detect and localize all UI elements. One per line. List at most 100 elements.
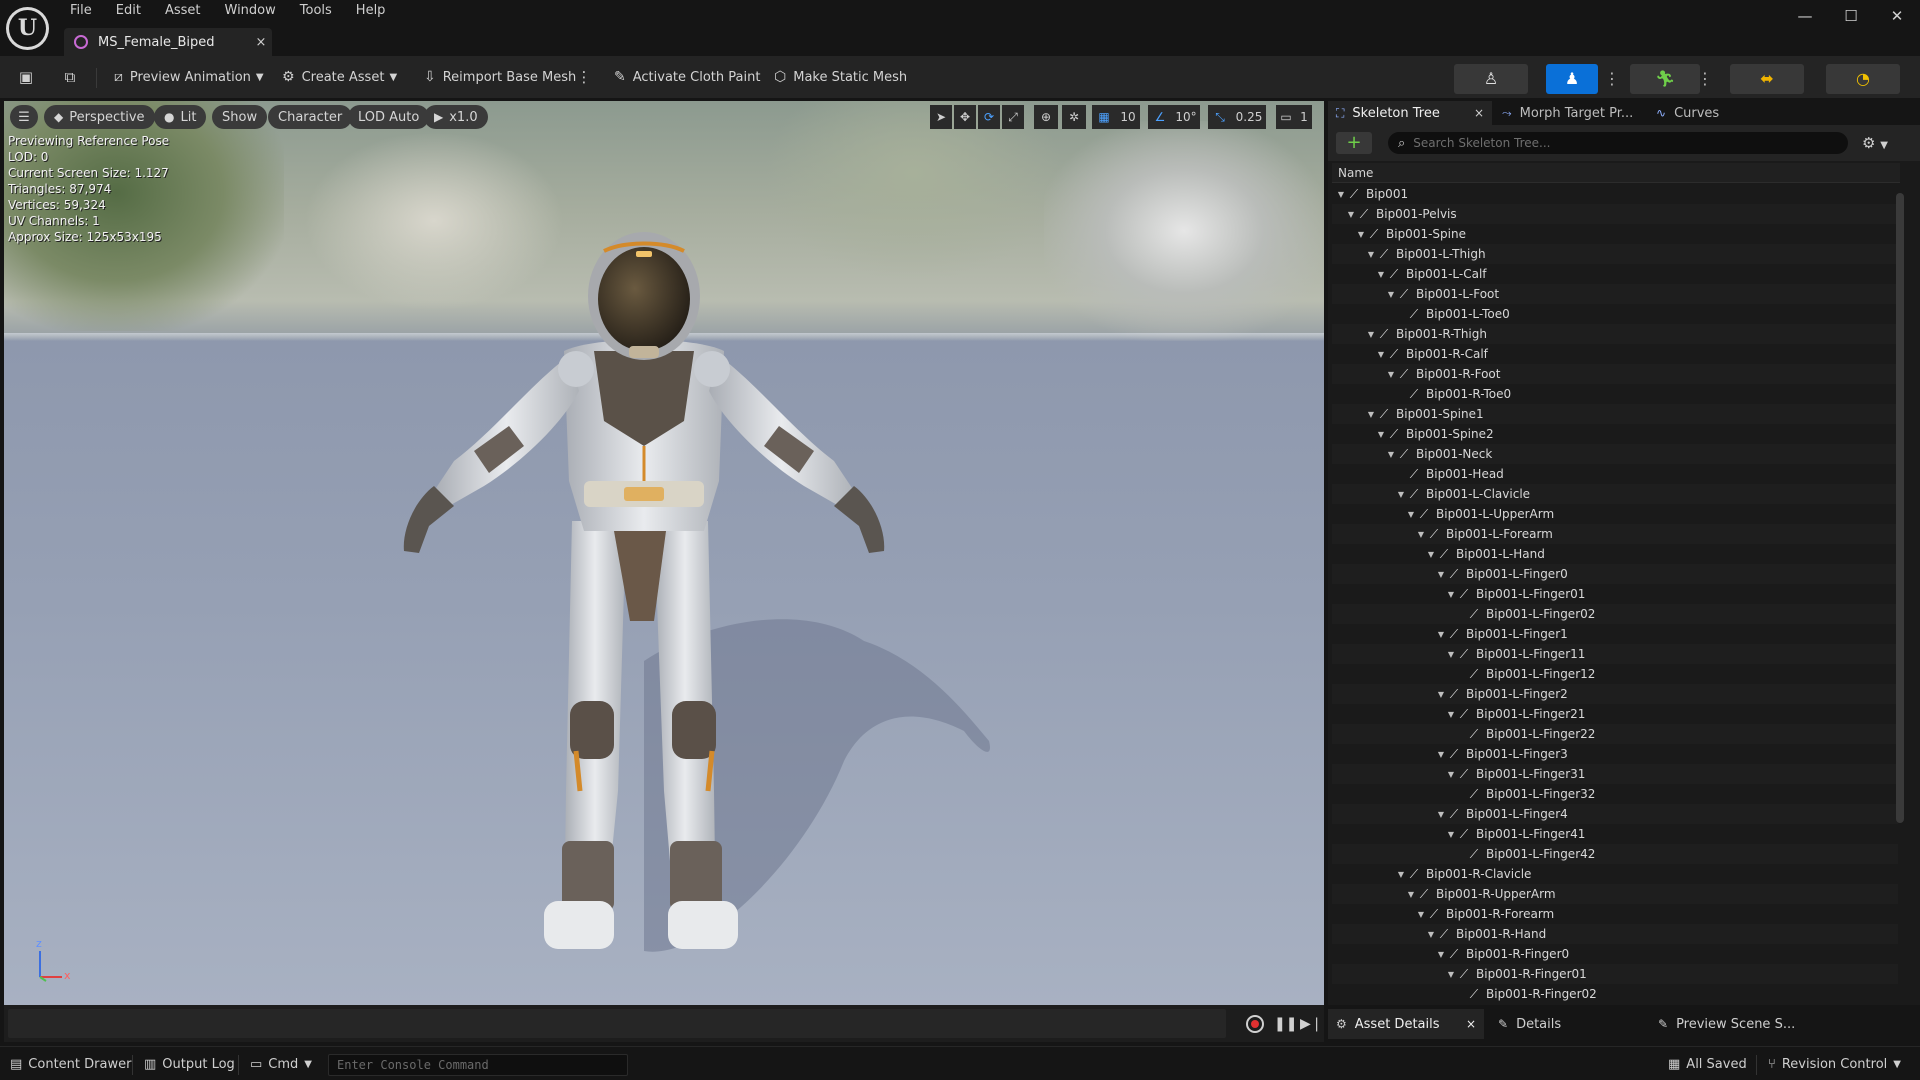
grid-snap-icon[interactable]: ▦ [1092, 105, 1116, 129]
menu-asset[interactable]: Asset [153, 0, 213, 22]
browse-asset-icon[interactable]: ⧉ [58, 66, 82, 88]
tab-preview-scene-settings[interactable]: ✎ Preview Scene S... [1650, 1009, 1810, 1039]
expand-arrow-icon[interactable]: ▼ [1346, 210, 1356, 219]
settings-button[interactable]: ⚙ ▼ [1862, 132, 1902, 154]
expand-arrow-icon[interactable]: ▼ [1386, 370, 1396, 379]
tab-asset-details[interactable]: ⚙ Asset Details × [1328, 1009, 1484, 1039]
tree-row[interactable]: ⟋ Bip001-L-Finger42 [1332, 844, 1898, 864]
tab-close-icon[interactable]: × [1466, 1009, 1476, 1039]
tree-row[interactable]: ▼ ⟋ Bip001-R-Hand [1332, 924, 1898, 944]
surface-snap-icon[interactable]: ✲ [1062, 105, 1086, 129]
tree-row[interactable]: ▼ ⟋ Bip001-L-Finger41 [1332, 824, 1898, 844]
character-button[interactable]: Character [268, 105, 353, 129]
activate-cloth-paint-button[interactable]: ✎ Activate Cloth Paint [608, 64, 766, 90]
tree-column-header[interactable]: Name [1332, 163, 1900, 183]
tab-skeleton-tree[interactable]: ⛶ Skeleton Tree × [1328, 101, 1492, 125]
menu-window[interactable]: Window [213, 0, 288, 22]
expand-arrow-icon[interactable]: ▼ [1446, 710, 1456, 719]
rotate-tool-icon[interactable]: ⟳ [978, 105, 1000, 129]
tree-row[interactable]: ▼ ⟋ Bip001-Spine2 [1332, 424, 1898, 444]
content-drawer-button[interactable]: ▤ Content Drawer [10, 1054, 131, 1074]
expand-arrow-icon[interactable]: ▼ [1386, 450, 1396, 459]
expand-arrow-icon[interactable]: ▼ [1376, 430, 1386, 439]
timeline-track[interactable] [8, 1009, 1226, 1038]
tree-row[interactable]: ▼ ⟋ Bip001-L-Finger4 [1332, 804, 1898, 824]
expand-arrow-icon[interactable]: ▼ [1446, 830, 1456, 839]
expand-arrow-icon[interactable]: ▼ [1426, 550, 1436, 559]
viewport[interactable]: ☰ ◆ Perspective ● Lit Show Character LOD… [4, 101, 1324, 1005]
expand-arrow-icon[interactable]: ▼ [1436, 810, 1446, 819]
document-tab-close-icon[interactable]: × [250, 35, 272, 50]
tree-row[interactable]: ▼ ⟋ Bip001-L-UpperArm [1332, 504, 1898, 524]
cmd-dropdown[interactable]: ▭ Cmd ▼ [250, 1054, 312, 1074]
expand-arrow-icon[interactable]: ▼ [1436, 950, 1446, 959]
rotation-snap-value[interactable]: 10° [1172, 105, 1200, 129]
scale-tool-icon[interactable]: ⤢ [1002, 105, 1024, 129]
menu-file[interactable]: File [58, 0, 104, 22]
tree-scrollbar[interactable] [1896, 193, 1904, 823]
expand-arrow-icon[interactable]: ▼ [1396, 490, 1406, 499]
tree-row[interactable]: ⟋ Bip001-L-Finger22 [1332, 724, 1898, 744]
tree-row[interactable]: ▼ ⟋ Bip001-L-Calf [1332, 264, 1898, 284]
tree-row[interactable]: ▼ ⟋ Bip001-R-Forearm [1332, 904, 1898, 924]
console-command-input[interactable] [328, 1054, 628, 1076]
mesh-mode-options-icon[interactable]: ⋮ [1604, 66, 1620, 92]
lit-button[interactable]: ● Lit [154, 105, 207, 129]
step-forward-button[interactable]: ▶❘ [1300, 1014, 1323, 1034]
all-saved-button[interactable]: ▦ All Saved [1668, 1054, 1747, 1074]
expand-arrow-icon[interactable]: ▼ [1336, 190, 1346, 199]
expand-arrow-icon[interactable]: ▼ [1386, 290, 1396, 299]
viewport-menu-button[interactable]: ☰ [10, 105, 38, 129]
mesh-mode-button[interactable]: ♟ [1546, 64, 1598, 94]
menu-tools[interactable]: Tools [288, 0, 344, 22]
expand-arrow-icon[interactable]: ▼ [1406, 510, 1416, 519]
animation-mode-button[interactable]: 🏃︎ [1630, 64, 1700, 94]
tree-row[interactable]: ⟋ Bip001-L-Toe0 [1332, 304, 1898, 324]
camera-speed-value[interactable]: 1 [1296, 105, 1312, 129]
tree-row[interactable]: ▼ ⟋ Bip001-R-Clavicle [1332, 864, 1898, 884]
reimport-base-mesh-button[interactable]: ⇩ Reimport Base Mesh [418, 64, 582, 90]
tab-close-icon[interactable]: × [1474, 101, 1484, 125]
pause-button[interactable]: ❚❚ [1274, 1014, 1297, 1034]
tree-row[interactable]: ▼ ⟋ Bip001-Spine [1332, 224, 1898, 244]
scale-snap-icon[interactable]: ⤡ [1208, 105, 1232, 129]
skeleton-mode-button[interactable]: ♙ [1454, 64, 1528, 94]
tree-row[interactable]: ⟋ Bip001-R-Finger02 [1332, 984, 1898, 1002]
tree-row[interactable]: ▼ ⟋ Bip001-L-Finger11 [1332, 644, 1898, 664]
perspective-button[interactable]: ◆ Perspective [44, 105, 155, 129]
expand-arrow-icon[interactable]: ▼ [1446, 970, 1456, 979]
tree-row[interactable]: ▼ ⟋ Bip001-Spine1 [1332, 404, 1898, 424]
make-static-mesh-button[interactable]: ⬡ Make Static Mesh [768, 64, 913, 90]
tree-row[interactable]: ▼ ⟋ Bip001-L-Forearm [1332, 524, 1898, 544]
expand-arrow-icon[interactable]: ▼ [1426, 930, 1436, 939]
tree-row[interactable]: ▼ ⟋ Bip001-L-Finger21 [1332, 704, 1898, 724]
create-asset-button[interactable]: ⚙ Create Asset ▼ [276, 64, 403, 90]
maximize-button[interactable]: ☐ [1828, 0, 1874, 32]
tree-row[interactable]: ▼ ⟋ Bip001-L-Clavicle [1332, 484, 1898, 504]
expand-arrow-icon[interactable]: ▼ [1436, 750, 1446, 759]
tree-row[interactable]: ⟋ Bip001-L-Finger12 [1332, 664, 1898, 684]
expand-arrow-icon[interactable]: ▼ [1396, 870, 1406, 879]
tree-row[interactable]: ⟋ Bip001-L-Finger32 [1332, 784, 1898, 804]
expand-arrow-icon[interactable]: ▼ [1406, 890, 1416, 899]
grid-snap-value[interactable]: 10 [1116, 105, 1140, 129]
revision-control-button[interactable]: ⑂ Revision Control ▼ [1768, 1054, 1901, 1074]
lod-button[interactable]: LOD Auto [348, 105, 430, 129]
coordinate-space-icon[interactable]: ⊕ [1034, 105, 1058, 129]
tree-row[interactable]: ▼ ⟋ Bip001-L-Foot [1332, 284, 1898, 304]
unreal-logo-icon[interactable]: U [6, 7, 49, 50]
tree-row[interactable]: ⟋ Bip001-Head [1332, 464, 1898, 484]
expand-arrow-icon[interactable]: ▼ [1446, 650, 1456, 659]
more-options-icon[interactable]: ⋮ [572, 66, 596, 88]
preview-animation-button[interactable]: ⧄ Preview Animation ▼ [108, 64, 270, 90]
tree-row[interactable]: ▼ ⟋ Bip001-L-Finger01 [1332, 584, 1898, 604]
show-button[interactable]: Show [212, 105, 268, 129]
expand-arrow-icon[interactable]: ▼ [1436, 630, 1446, 639]
tree-row[interactable]: ▼ ⟋ Bip001-R-Calf [1332, 344, 1898, 364]
camera-speed-icon[interactable]: ▭ [1276, 105, 1296, 129]
tree-row[interactable]: ▼ ⟋ Bip001-L-Finger2 [1332, 684, 1898, 704]
tree-row[interactable]: ▼ ⟋ Bip001-Neck [1332, 444, 1898, 464]
expand-arrow-icon[interactable]: ▼ [1376, 270, 1386, 279]
add-socket-button[interactable]: + [1336, 132, 1372, 154]
save-icon[interactable]: ▣ [14, 66, 38, 88]
